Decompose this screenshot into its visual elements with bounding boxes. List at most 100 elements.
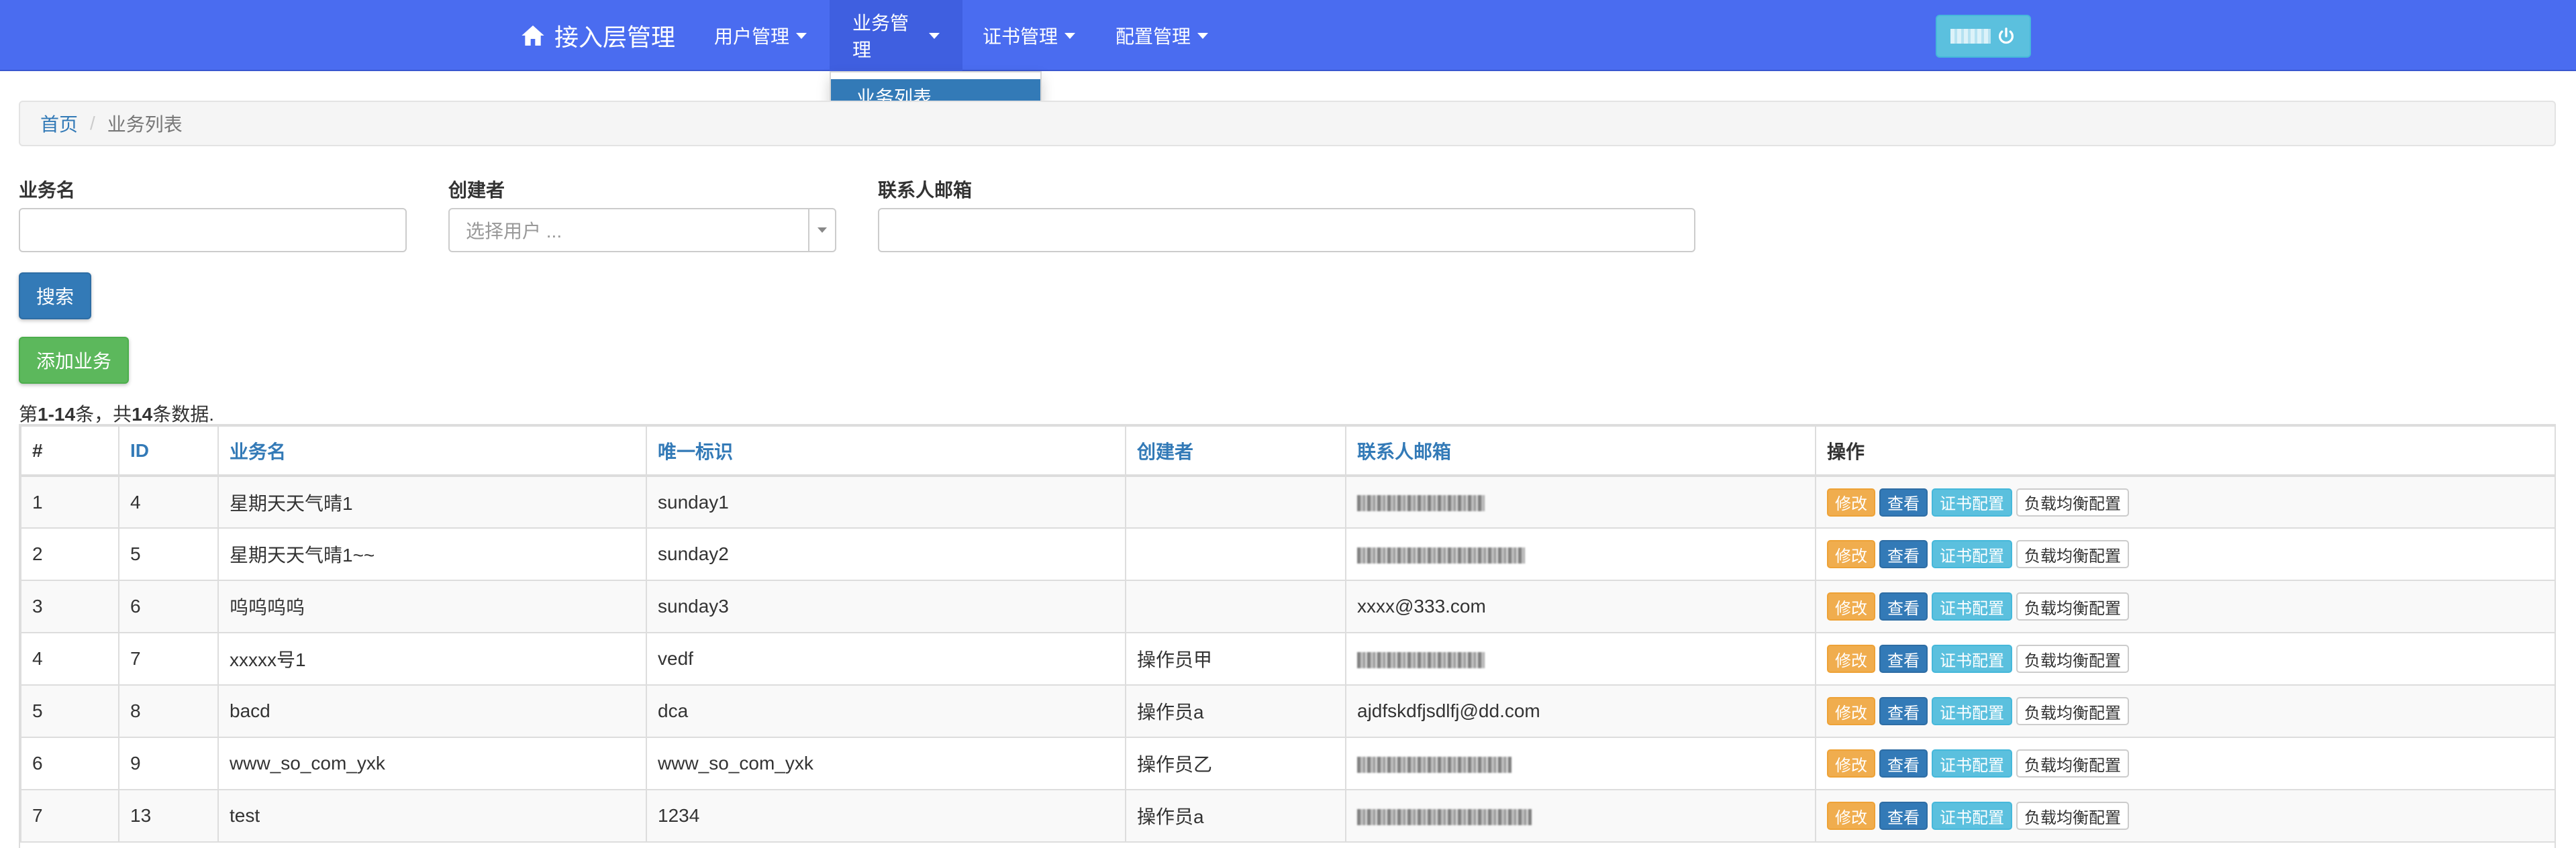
table-row: 1 4 星期天天气晴1 sunday1 修改 查看 证书配置 负载均衡配置 [20,475,2555,529]
lb-config-button[interactable]: 负载均衡配置 [2016,697,2129,725]
cell-key: 1234 [646,789,1126,843]
home-icon [522,25,544,46]
creator-select[interactable]: 选择用户 ... [448,208,836,252]
email-label: 联系人邮箱 [878,180,973,201]
email-redacted [1357,651,1485,668]
cert-config-button[interactable]: 证书配置 [1932,749,2012,778]
cell-id: 8 [118,684,219,738]
edit-button[interactable]: 修改 [1827,540,1875,568]
nav-menu-config[interactable]: 配置管理 [1093,0,1231,71]
lb-config-button[interactable]: 负载均衡配置 [2016,645,2129,673]
cell-creator: 操作员甲 [1125,632,1346,686]
col-header-key[interactable]: 唯一标识 [646,425,1126,477]
email-redacted [1357,547,1525,564]
business-name-input[interactable] [19,208,407,252]
col-header-name[interactable]: 业务名 [217,425,647,477]
table-row: 5 8 bacd dca 操作员a ajdfskdfjsdlfj@dd.com 修改 查看 证书… [20,684,2555,738]
cell-actions: 修改 查看 证书配置 负载均衡配置 [1815,527,2555,581]
cell-name: 星期天天气晴1~~ [217,527,647,581]
email-redacted [1357,808,1532,825]
edit-button[interactable]: 修改 [1827,749,1875,778]
caret-down-icon [796,32,807,39]
cell-name: test [217,789,647,843]
cell-id: 7 [118,632,219,686]
table-row: 2 5 星期天天气晴1~~ sunday2 修改 查看 证书配置 负载均衡配置 [20,527,2555,581]
nav-menu-business[interactable]: 业务管理 [830,0,962,71]
cell-creator: 操作员a [1125,684,1346,738]
select-arrow-icon[interactable] [808,209,835,251]
col-header-id[interactable]: ID [118,425,219,477]
cell-name: 呜呜呜呜 [217,580,647,633]
table-header-row: # ID 业务名 唯一标识 创建者 联系人邮箱 操作 [20,425,2555,477]
cell-creator [1125,475,1346,529]
cell-name: bacd [217,684,647,738]
lb-config-button[interactable]: 负载均衡配置 [2016,592,2129,621]
cell-id: 5 [118,527,219,581]
nav-menu-certs[interactable]: 证书管理 [960,0,1098,71]
cell-creator: 操作员乙 [1125,737,1346,790]
lb-config-button[interactable]: 负载均衡配置 [2016,488,2129,517]
view-button[interactable]: 查看 [1879,802,1928,830]
edit-button[interactable]: 修改 [1827,697,1875,725]
brand-link[interactable]: 接入层管理 [519,0,675,71]
cell-num: 4 [20,632,119,686]
lb-config-button[interactable]: 负载均衡配置 [2016,802,2129,830]
cell-id: 13 [118,789,219,843]
caret-down-icon [929,32,940,39]
cert-config-button[interactable]: 证书配置 [1932,645,2012,673]
search-button[interactable]: 搜索 [19,272,91,319]
cert-config-button[interactable]: 证书配置 [1932,592,2012,621]
view-button[interactable]: 查看 [1879,645,1928,673]
col-header-creator[interactable]: 创建者 [1125,425,1346,477]
view-button[interactable]: 查看 [1879,488,1928,517]
cell-key: dca [646,684,1126,738]
lb-config-button[interactable]: 负载均衡配置 [2016,540,2129,568]
nav-menu-users[interactable]: 用户管理 [691,0,830,71]
email-redacted [1357,756,1512,773]
nav-menu-certs-label: 证书管理 [983,26,1058,47]
top-navbar: 接入层管理 用户管理 业务管理 证书管理 配置管理 [0,0,2576,71]
view-button[interactable]: 查看 [1879,592,1928,621]
cell-num: 5 [20,684,119,738]
edit-button[interactable]: 修改 [1827,592,1875,621]
brand-title: 接入层管理 [554,23,676,51]
cell-key: sunday1 [646,475,1126,529]
cell-id: 6 [118,580,219,633]
col-header-num: # [20,425,119,477]
view-button[interactable]: 查看 [1879,540,1928,568]
cert-config-button[interactable]: 证书配置 [1932,488,2012,517]
nav-menu-business-label: 业务管理 [852,13,909,60]
cell-id: 9 [118,737,219,790]
cell-num: 7 [20,789,119,843]
cell-creator [1125,580,1346,633]
add-business-button[interactable]: 添加业务 [19,337,129,384]
logout-button[interactable] [1936,15,2031,58]
cell-actions: 修改 查看 证书配置 负载均衡配置 [1815,632,2555,686]
caret-down-icon [1197,32,1209,39]
lb-config-button[interactable]: 负载均衡配置 [2016,749,2129,778]
edit-button[interactable]: 修改 [1827,488,1875,517]
cell-email [1345,737,1816,790]
cert-config-button[interactable]: 证书配置 [1932,802,2012,830]
edit-button[interactable]: 修改 [1827,802,1875,830]
email-input[interactable] [878,208,1695,252]
view-button[interactable]: 查看 [1879,749,1928,778]
cell-key: vedf [646,632,1126,686]
table-row: 6 9 www_so_com_yxk www_so_com_yxk 操作员乙 修改 查看 证书… [20,737,2555,790]
table-row: 7 13 test 1234 操作员a 修改 查看 证书配置 负载均衡配置 [20,789,2555,843]
cell-creator: 操作员a [1125,789,1346,843]
cell-num: 3 [20,580,119,633]
cell-key: www_so_com_yxk [646,737,1126,790]
pagination-summary: 第1-14条，共14条数据. [19,404,215,425]
col-header-email[interactable]: 联系人邮箱 [1345,425,1816,477]
view-button[interactable]: 查看 [1879,697,1928,725]
cert-config-button[interactable]: 证书配置 [1932,540,2012,568]
breadcrumb-home[interactable]: 首页 [40,110,78,137]
cell-email [1345,527,1816,581]
creator-label: 创建者 [448,180,505,201]
cert-config-button[interactable]: 证书配置 [1932,697,2012,725]
cell-actions: 修改 查看 证书配置 负载均衡配置 [1815,737,2555,790]
cell-email [1345,789,1816,843]
email-redacted [1357,495,1485,512]
edit-button[interactable]: 修改 [1827,645,1875,673]
